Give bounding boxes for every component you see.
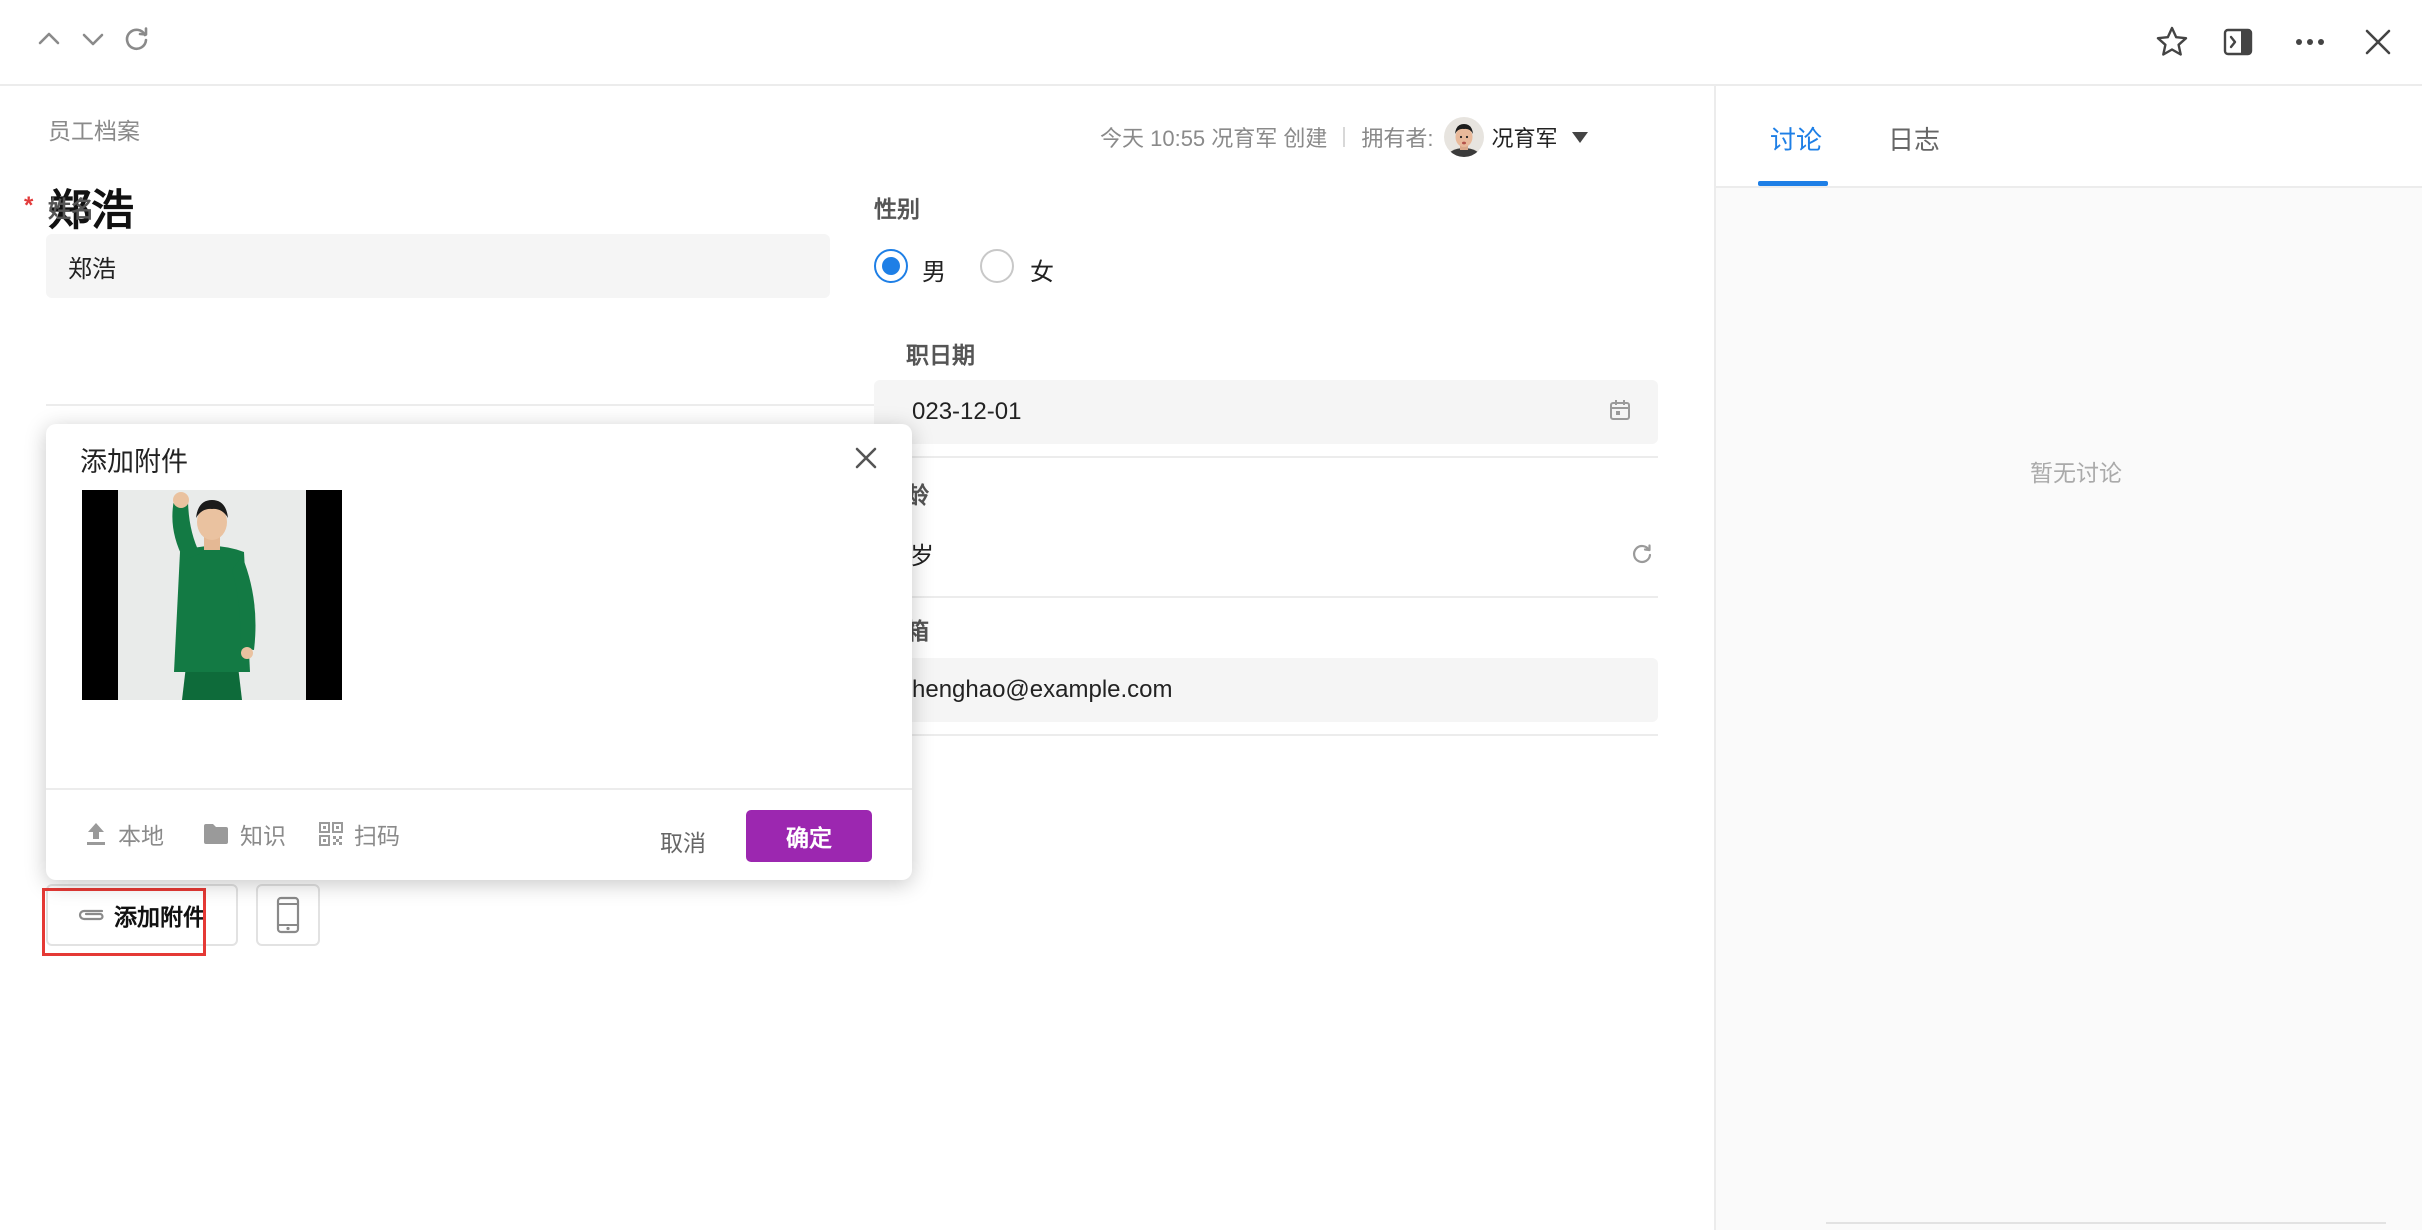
chevron-down-icon[interactable] [78, 24, 108, 54]
comment-input-edge[interactable] [1826, 1222, 2386, 1224]
active-tab-indicator [1758, 181, 1828, 186]
folder-icon [204, 824, 228, 844]
row-divider [874, 596, 1658, 598]
calendar-icon[interactable] [1608, 398, 1632, 422]
row-divider [874, 734, 1658, 736]
email-value: henghao@example.com [912, 676, 1173, 703]
row-divider [874, 456, 1658, 458]
chevron-up-icon[interactable] [34, 24, 64, 54]
panel-tabs: 讨论 日志 [1716, 86, 2422, 188]
mobile-upload-button[interactable] [256, 884, 320, 946]
avatar[interactable] [1443, 117, 1484, 157]
top-toolbar [0, 0, 2422, 86]
source-knowledge-label: 知识 [240, 823, 286, 849]
email-field[interactable]: henghao@example.com [874, 658, 1658, 722]
meta-separator [1343, 127, 1346, 147]
more-icon[interactable] [2290, 22, 2330, 62]
dialog-close-icon[interactable] [846, 438, 886, 478]
breadcrumb[interactable]: 员工档案 [48, 112, 140, 146]
source-local-label: 本地 [118, 823, 164, 849]
source-knowledge-button[interactable]: 知识 [202, 814, 286, 854]
cancel-button[interactable]: 取消 [660, 824, 706, 858]
dialog-footer: 本地 知识 扫码 取消 确定 [46, 788, 912, 880]
source-local-button[interactable]: 本地 [84, 814, 164, 854]
tab-discussion[interactable]: 讨论 [1770, 120, 1822, 157]
tab-log[interactable]: 日志 [1888, 120, 1940, 157]
empty-discussion-text: 暂无讨论 [2030, 460, 2122, 486]
attachment-thumbnail[interactable] [82, 490, 342, 700]
add-attachment-button[interactable]: 添加附件 [46, 884, 238, 946]
name-field[interactable]: 郑浩 [46, 234, 830, 298]
qr-code-icon [319, 822, 343, 846]
source-scan-label: 扫码 [354, 823, 400, 849]
add-attachment-label: 添加附件 [114, 904, 206, 930]
gender-female-radio[interactable] [980, 249, 1014, 283]
owner-name[interactable]: 况育军 [1492, 121, 1558, 153]
source-scan-button[interactable]: 扫码 [318, 814, 400, 854]
entry-date-label: 职日期 [906, 342, 975, 368]
recalculate-icon[interactable] [1630, 542, 1654, 566]
record-meta: 今天 10:55 况育军 创建 拥有者: 况育军 [1100, 112, 1588, 162]
created-info: 今天 10:55 况育军 创建 [1100, 126, 1328, 151]
sidebar-toggle-icon[interactable] [2218, 22, 2258, 62]
refresh-icon[interactable] [122, 24, 152, 54]
age-value: 岁 [910, 543, 934, 570]
star-icon[interactable] [2152, 22, 2192, 62]
entry-date-field[interactable]: 023-12-01 [874, 380, 1658, 444]
close-icon[interactable] [2358, 22, 2398, 62]
dialog-title: 添加附件 [80, 447, 188, 477]
entry-date-value: 023-12-01 [912, 398, 1022, 425]
name-label: 姓名 [48, 196, 94, 222]
owner-label: 拥有者: [1361, 126, 1434, 151]
required-mark: * [24, 192, 34, 219]
upload-icon [87, 823, 105, 845]
paperclip-icon [78, 909, 104, 921]
gender-male-label[interactable]: 男 [922, 252, 946, 287]
gender-female-label[interactable]: 女 [1030, 252, 1054, 287]
discussion-panel: 讨论 日志 暂无讨论 [1714, 86, 2422, 1230]
gender-label: 性别 [874, 196, 920, 222]
gender-male-radio[interactable] [874, 249, 908, 283]
owner-dropdown-icon[interactable] [1571, 131, 1588, 143]
phone-icon [276, 896, 300, 934]
confirm-button[interactable]: 确定 [746, 810, 872, 862]
add-attachment-dialog: 添加附件 本地 知识 扫码 取消 确定 [46, 424, 912, 880]
